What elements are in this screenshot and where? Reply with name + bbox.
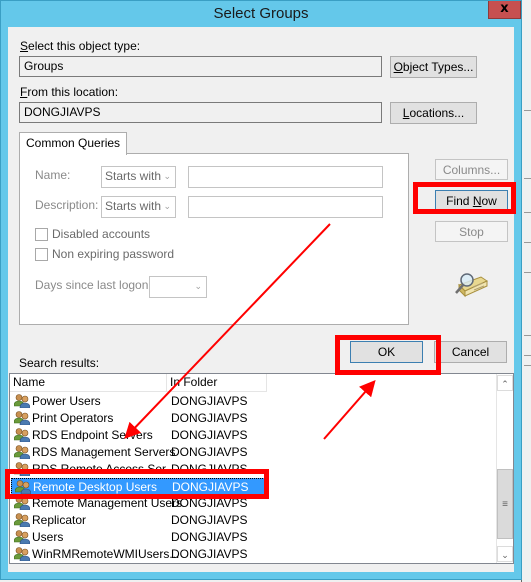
result-name: RDS Endpoint Servers — [32, 428, 153, 442]
group-icon — [14, 547, 30, 561]
result-folder: DONGJIAVPS — [171, 411, 248, 425]
location-field: DONGJIAVPS — [19, 102, 382, 123]
name-label: Name: — [35, 168, 71, 182]
result-folder: DONGJIAVPS — [171, 530, 248, 544]
group-icon — [14, 394, 30, 408]
chevron-down-icon: ⌄ — [163, 171, 171, 181]
chevron-down-icon: ⌄ — [163, 201, 171, 211]
search-directory-icon — [455, 273, 489, 298]
columns-button[interactable]: Columns... — [435, 159, 508, 180]
column-header-name[interactable]: Name — [10, 374, 167, 392]
result-row[interactable]: RDS Management Servers DONGJIAVPS — [11, 444, 265, 461]
group-icon — [14, 445, 30, 459]
result-name: Power Users — [32, 394, 101, 408]
description-input[interactable] — [188, 196, 383, 218]
result-row[interactable]: RDS Endpoint Servers DONGJIAVPS — [11, 427, 265, 444]
location-label: From this location: — [20, 85, 119, 99]
stop-button[interactable]: Stop — [435, 221, 508, 242]
days-since-logon-label: Days since last logon: — [35, 278, 152, 292]
disabled-accounts-checkbox[interactable] — [35, 228, 48, 241]
days-since-logon-select[interactable]: ⌄ — [149, 276, 207, 298]
result-row[interactable]: Power Users DONGJIAVPS — [11, 393, 265, 410]
object-type-label: Select this object type: — [20, 39, 141, 53]
background-window — [521, 0, 531, 582]
annotation-box-remote-desktop-users — [5, 469, 269, 499]
cancel-button[interactable]: Cancel — [434, 341, 507, 363]
result-folder: DONGJIAVPS — [171, 394, 248, 408]
result-name: WinRMRemoteWMIUsers... — [32, 547, 180, 561]
close-button[interactable]: x — [488, 1, 521, 19]
group-icon — [14, 428, 30, 442]
disabled-accounts-label: Disabled accounts — [52, 227, 151, 241]
object-type-field: Groups — [19, 56, 382, 77]
result-folder: DONGJIAVPS — [171, 428, 248, 442]
vertical-scrollbar[interactable]: ⌃ ≡ ⌄ — [496, 374, 513, 563]
search-results-label: Search results: — [19, 356, 100, 370]
description-operator-select[interactable]: Starts with ⌄ — [101, 196, 176, 218]
common-queries-panel: Name: Starts with ⌄ Description: Starts w… — [19, 153, 409, 325]
non-expiring-password-label: Non expiring password — [52, 247, 175, 261]
non-expiring-password-checkbox[interactable] — [35, 248, 48, 261]
object-types-button[interactable]: Object Types... — [390, 56, 477, 78]
window-title: Select Groups — [213, 5, 309, 22]
close-icon: x — [500, 1, 509, 16]
result-name: RDS Management Servers — [32, 445, 176, 459]
tab-common-queries[interactable]: Common Queries — [19, 132, 128, 155]
group-icon — [14, 411, 30, 425]
description-label: Description: — [35, 198, 99, 212]
result-name: Replicator — [32, 513, 87, 527]
group-icon — [14, 530, 30, 544]
result-folder: DONGJIAVPS — [171, 513, 248, 527]
result-row[interactable]: Replicator DONGJIAVPS — [11, 512, 265, 529]
name-operator-select[interactable]: Starts with ⌄ — [101, 166, 176, 188]
result-name: Users — [32, 530, 64, 544]
scroll-down-arrow-icon[interactable]: ⌄ — [497, 546, 513, 562]
annotation-box-find-now — [413, 182, 516, 214]
chevron-down-icon: ⌄ — [194, 281, 202, 291]
locations-button[interactable]: Locations... — [390, 102, 477, 124]
annotation-box-ok — [335, 335, 441, 375]
scroll-up-arrow-icon[interactable]: ⌃ — [497, 375, 513, 391]
result-name: Print Operators — [32, 411, 114, 425]
column-header-in-folder[interactable]: In Folder — [167, 374, 267, 392]
result-folder: DONGJIAVPS — [171, 445, 248, 459]
result-row[interactable]: Print Operators DONGJIAVPS — [11, 410, 265, 427]
result-row[interactable]: WinRMRemoteWMIUsers... DONGJIAVPS — [11, 546, 265, 563]
name-input[interactable] — [188, 166, 383, 188]
scrollbar-thumb[interactable]: ≡ — [497, 469, 513, 539]
result-folder: DONGJIAVPS — [171, 547, 248, 561]
result-row[interactable]: Users DONGJIAVPS — [11, 529, 265, 546]
group-icon — [14, 513, 30, 527]
